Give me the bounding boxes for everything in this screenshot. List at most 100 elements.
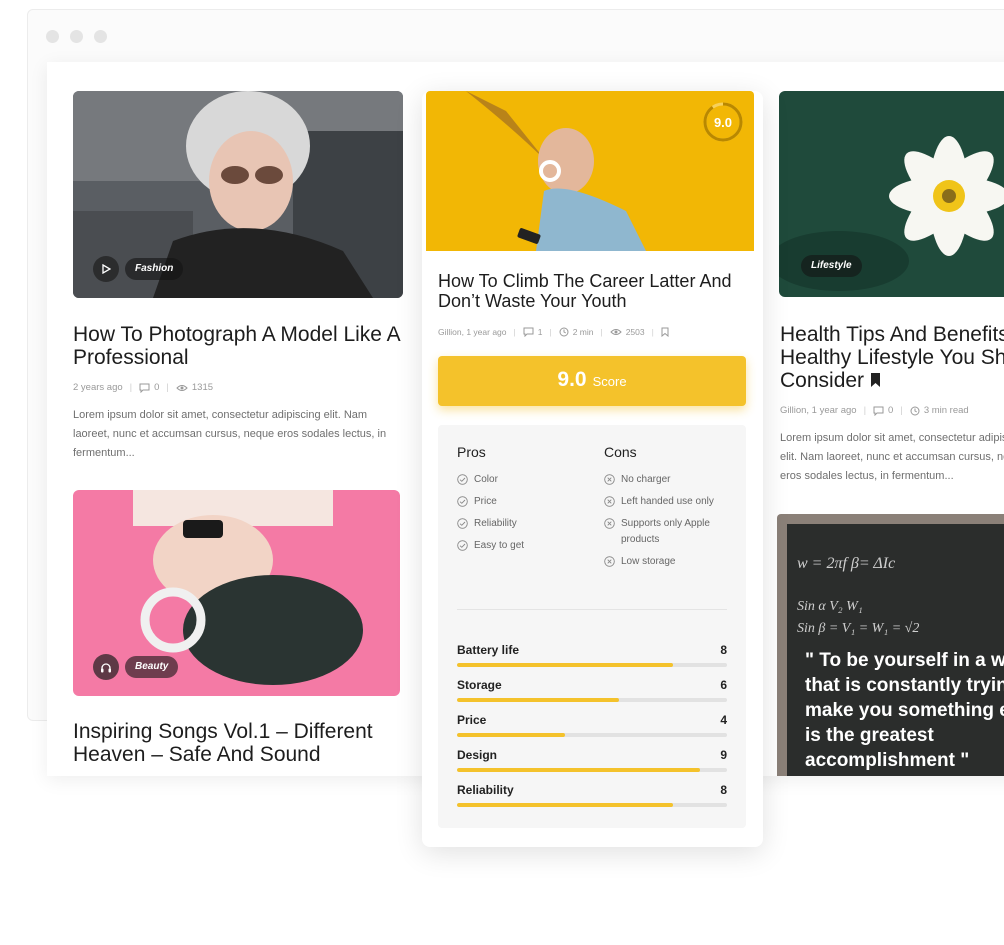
x-circle-icon <box>604 556 615 567</box>
score-ring-value: 9.0 <box>713 114 733 130</box>
pros-item-label: Easy to get <box>474 540 525 551</box>
eye-icon <box>176 384 188 391</box>
rating-track <box>457 803 727 807</box>
review-title[interactable]: How To Climb The Career Latter And Don’t… <box>438 271 748 311</box>
read-time-value: 2 min <box>572 327 594 337</box>
svg-text:Sin α V₂ W₁: Sin α V₂ W₁ <box>797 599 863 614</box>
rating-track <box>457 768 727 772</box>
views-value: 2503 <box>625 327 645 337</box>
rating-label: Reliability <box>457 783 514 797</box>
clock-icon <box>559 327 569 337</box>
rating-value: 4 <box>720 713 727 727</box>
post-title[interactable]: Inspiring Songs Vol.1 – Different Heaven… <box>73 720 393 766</box>
rating-label: Storage <box>457 678 502 692</box>
svg-text:Sin β = V₁ = W₁ = √2: Sin β = V₁ = W₁ = √2 <box>797 621 919 636</box>
comments-count[interactable]: 0 <box>139 382 159 393</box>
rating-label: Design <box>457 748 498 762</box>
rating-track <box>457 663 727 667</box>
read-time: 2 min <box>559 327 594 337</box>
score-ring: 9.0 <box>702 101 744 143</box>
score-bar: 9.0 Score <box>438 356 746 406</box>
pros-list: Color Price Reliability Easy to get <box>457 472 587 560</box>
beauty-photo <box>73 490 400 696</box>
views-count: 1315 <box>176 382 213 393</box>
post-title-text: Health Tips And Benefits Of Healthy Life… <box>780 323 1004 392</box>
views-value: 1315 <box>191 382 214 393</box>
rating-track <box>457 698 727 702</box>
check-circle-icon <box>457 518 468 529</box>
post-author-date: Gillion, 1 year ago <box>780 405 857 416</box>
bookmark-icon[interactable] <box>870 373 881 387</box>
read-time: 3 min read <box>910 405 969 416</box>
rating-row: Storage 6 <box>457 678 727 702</box>
headphones-icon[interactable] <box>93 654 119 680</box>
post-image-beauty[interactable]: Beauty <box>73 490 400 696</box>
post-meta: 2 years ago | 0 | 1315 <box>73 382 214 393</box>
rating-fill <box>457 733 565 737</box>
cons-item: Left handed use only <box>604 494 732 510</box>
rating-track <box>457 733 727 737</box>
pros-item-label: Price <box>474 496 497 507</box>
review-image[interactable]: 9.0 <box>426 91 754 251</box>
window-dot-maximize[interactable] <box>94 30 107 43</box>
category-badge[interactable]: Fashion <box>125 258 184 280</box>
cons-item: Low storage <box>604 554 732 570</box>
rating-label: Price <box>457 713 487 727</box>
cons-item: No charger <box>604 472 732 488</box>
cons-item-label: Low storage <box>621 556 676 567</box>
post-title[interactable]: How To Photograph A Model Like A Profess… <box>73 323 403 369</box>
x-circle-icon <box>604 474 615 485</box>
review-card: 9.0 How To Climb The Career Latter And D… <box>422 91 763 847</box>
review-meta: Gillion, 1 year ago | 1 | 2 min | 2503 | <box>438 327 669 337</box>
rating-value: 9 <box>720 748 727 762</box>
cons-item-label: Supports only Apple products <box>621 518 710 545</box>
pros-item: Price <box>457 494 587 510</box>
rating-row: Reliability 8 <box>457 783 727 807</box>
rating-value: 8 <box>720 643 727 657</box>
pros-cons-box: Pros Cons Color Price Reliability Easy t… <box>438 425 746 828</box>
comments-value: 1 <box>537 327 543 337</box>
category-badge[interactable]: Beauty <box>125 656 179 678</box>
cons-heading: Cons <box>604 444 637 460</box>
cons-item-label: No charger <box>621 474 671 485</box>
comments-count[interactable]: 1 <box>523 327 543 337</box>
window-dot-minimize[interactable] <box>70 30 83 43</box>
pros-item-label: Reliability <box>474 518 517 529</box>
check-circle-icon <box>457 496 468 507</box>
comment-icon <box>523 327 534 337</box>
comment-icon <box>873 406 884 416</box>
category-badge[interactable]: Lifestyle <box>801 255 862 277</box>
pros-item: Reliability <box>457 516 587 532</box>
score-value: 9.0 <box>557 368 587 391</box>
cons-item-label: Left handed use only <box>621 496 714 507</box>
rating-row: Battery life 8 <box>457 643 727 667</box>
bookmark-icon[interactable] <box>661 327 669 337</box>
divider <box>457 609 727 610</box>
comments-count[interactable]: 0 <box>873 405 893 416</box>
fashion-photo <box>73 91 403 298</box>
post-meta: Gillion, 1 year ago | 0 | 3 min read <box>780 405 969 416</box>
eye-icon <box>609 329 622 335</box>
comments-value: 0 <box>154 382 160 393</box>
rating-value: 8 <box>720 783 727 797</box>
window-dot-close[interactable] <box>46 30 59 43</box>
rating-fill <box>457 803 673 807</box>
rating-fill <box>457 663 673 667</box>
post-image-lifestyle[interactable]: Lifestyle <box>779 91 1004 297</box>
cons-list: No charger Left handed use only Supports… <box>604 472 732 576</box>
play-icon[interactable] <box>93 256 119 282</box>
quote-card[interactable]: w = 2πf β= ΔIc Sin α V₂ W₁ Sin β = V₁ = … <box>777 514 1004 776</box>
rating-row: Design 9 <box>457 748 727 772</box>
window-controls <box>46 30 107 43</box>
quote-text: " To be yourself in a world that is cons… <box>805 650 1004 771</box>
read-time-value: 3 min read <box>923 405 969 416</box>
post-image-fashion[interactable]: Fashion <box>73 91 403 298</box>
pros-heading: Pros <box>457 444 486 460</box>
comments-value: 0 <box>888 405 894 416</box>
svg-text:w = 2πf β= ΔIc: w = 2πf β= ΔIc <box>797 555 895 572</box>
rating-fill <box>457 768 700 772</box>
post-title[interactable]: Health Tips And Benefits Of Healthy Life… <box>780 323 1004 392</box>
pros-item: Easy to get <box>457 538 587 554</box>
review-author-date: Gillion, 1 year ago <box>438 327 507 337</box>
post-excerpt: Lorem ipsum dolor sit amet, consectetur … <box>780 432 1004 482</box>
